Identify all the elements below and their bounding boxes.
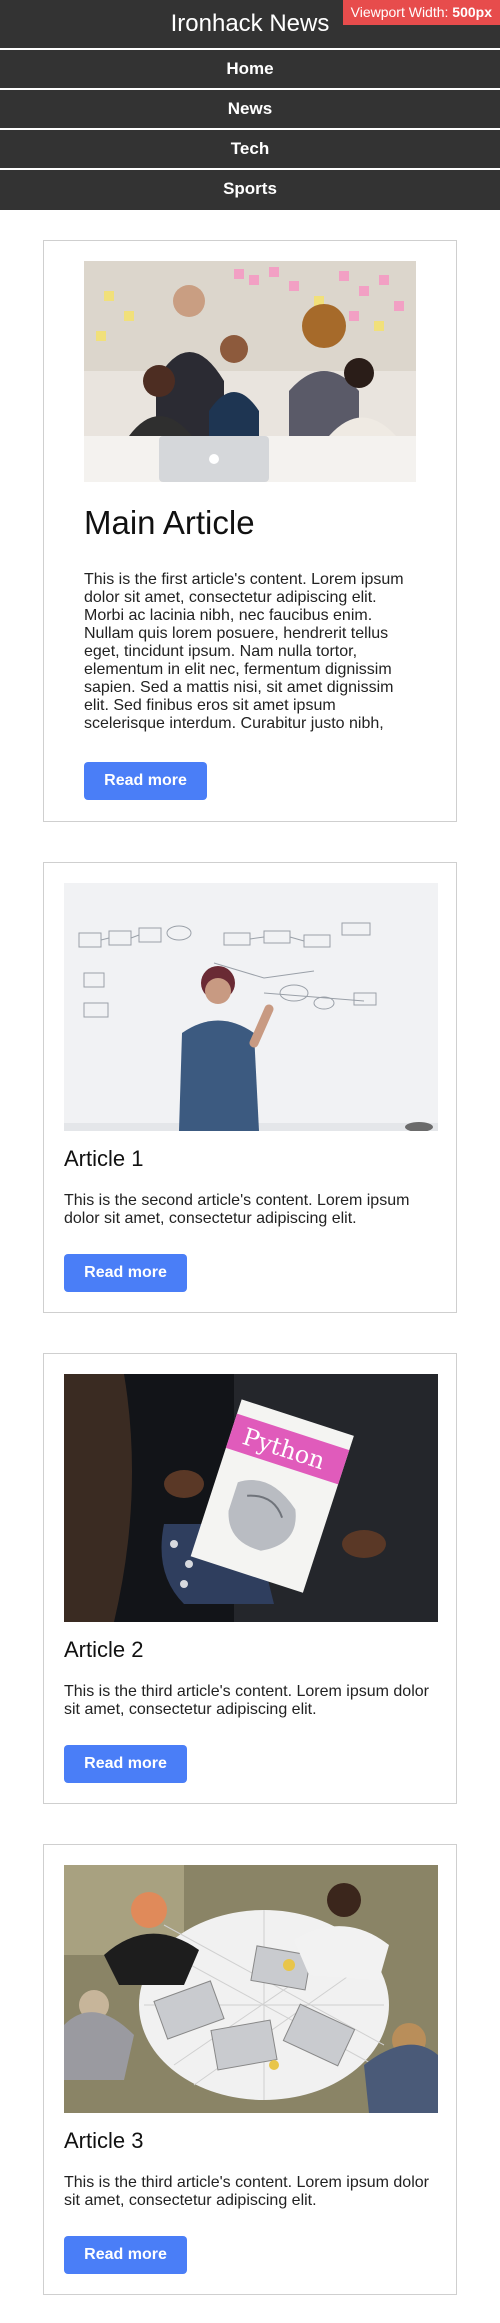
- article-body: This is the second article's content. Lo…: [64, 1192, 410, 1227]
- article-title: Article 3: [64, 2128, 144, 2153]
- nav-item-news[interactable]: News: [0, 88, 500, 126]
- nav-item-home[interactable]: Home: [0, 48, 500, 86]
- nav-item-tech[interactable]: Tech: [0, 128, 500, 166]
- main-article-image: [84, 261, 416, 482]
- article-card: Article 3 This is the third article's co…: [43, 1844, 457, 2295]
- main-article-read-more-button[interactable]: Read more: [84, 762, 207, 800]
- article-image: [64, 1865, 438, 2113]
- article-read-more-button[interactable]: Read more: [64, 2236, 187, 2274]
- article-image: Python: [64, 1374, 438, 1622]
- article-image: [64, 883, 438, 1131]
- article-read-more-button[interactable]: Read more: [64, 1254, 187, 1292]
- viewport-badge-label: Viewport Width:: [350, 4, 453, 20]
- article-body: This is the third article's content. Lor…: [64, 1683, 429, 1718]
- viewport-width-badge: Viewport Width: 500px: [342, 0, 500, 25]
- article-card: Article 1 This is the second article's c…: [43, 862, 457, 1313]
- article-card: Python Article 2 This is the third artic…: [43, 1353, 457, 1804]
- main-article-title: Main Article: [84, 504, 255, 541]
- article-body: This is the third article's content. Lor…: [64, 2174, 429, 2209]
- site-header: Ironhack News Viewport Width: 500px Home…: [0, 0, 500, 210]
- main-article-card: Main Article This is the first article's…: [43, 240, 457, 822]
- viewport-badge-value: 500px: [452, 4, 492, 20]
- article-read-more-button[interactable]: Read more: [64, 1745, 187, 1783]
- main-article-body: This is the first article's content. Lor…: [84, 571, 404, 732]
- nav-item-sports[interactable]: Sports: [0, 168, 500, 206]
- article-title: Article 1: [64, 1146, 144, 1171]
- article-title: Article 2: [64, 1637, 144, 1662]
